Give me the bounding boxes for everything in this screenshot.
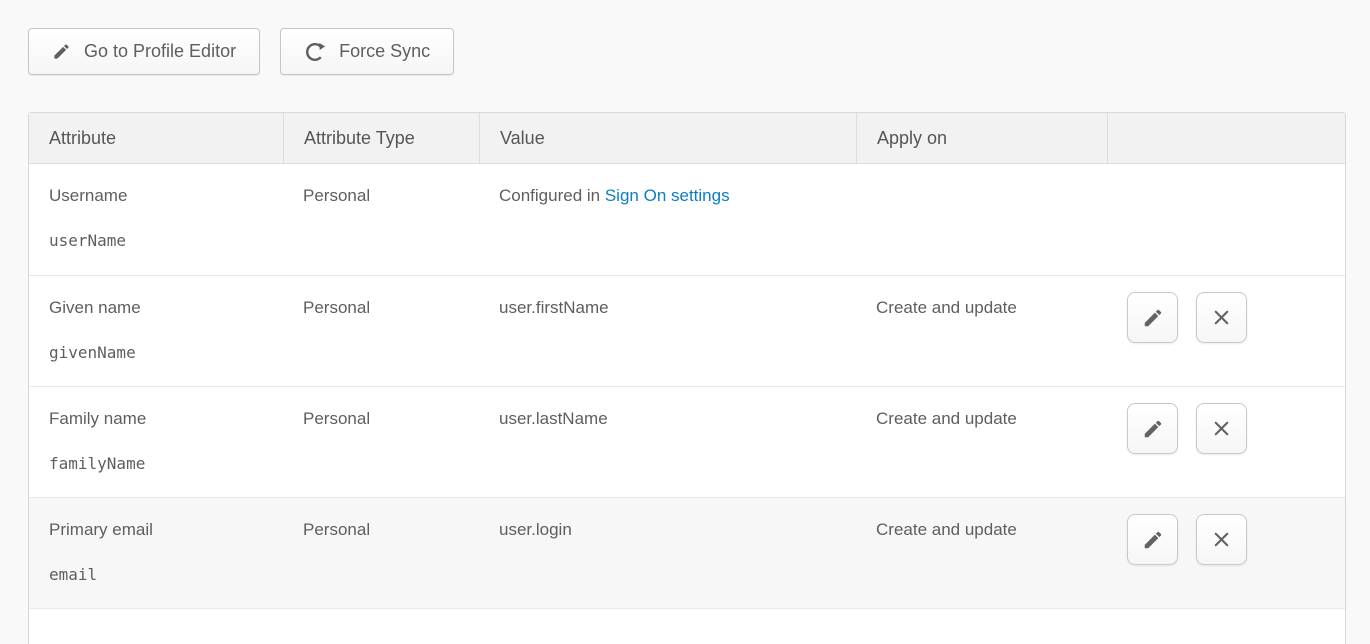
attribute-type-cell: Personal bbox=[283, 164, 479, 275]
attribute-label: Username bbox=[49, 186, 263, 206]
close-icon bbox=[1210, 528, 1233, 551]
value-cell: user.login bbox=[479, 498, 856, 608]
toolbar: Go to Profile Editor Force Sync bbox=[28, 28, 454, 75]
attribute-cell: Username userName bbox=[29, 164, 283, 275]
apply-on-cell: Create and update bbox=[856, 387, 1107, 497]
value-cell: Configured in Sign On settings bbox=[479, 164, 856, 275]
attribute-label: Given name bbox=[49, 298, 263, 318]
force-sync-label: Force Sync bbox=[339, 41, 430, 62]
attribute-variable: userName bbox=[49, 231, 263, 251]
attribute-cell: Primary email email bbox=[29, 498, 283, 608]
edit-attribute-button[interactable] bbox=[1127, 514, 1178, 565]
refresh-icon bbox=[304, 41, 326, 63]
actions-cell bbox=[1107, 498, 1345, 608]
pencil-icon bbox=[1142, 418, 1164, 440]
apply-on-cell: Create and update bbox=[856, 498, 1107, 608]
table-row-partial bbox=[29, 608, 1345, 643]
pencil-icon bbox=[52, 42, 71, 61]
delete-attribute-button[interactable] bbox=[1196, 514, 1247, 565]
pencil-icon bbox=[1142, 529, 1164, 551]
attribute-cell: Given name givenName bbox=[29, 276, 283, 386]
table-row-family-name: Family name familyName Personal user.las… bbox=[29, 386, 1345, 497]
attribute-type-cell: Personal bbox=[283, 276, 479, 386]
table-row-username: Username userName Personal Configured in… bbox=[29, 164, 1345, 275]
column-header-actions bbox=[1107, 113, 1345, 163]
table-header-row: Attribute Attribute Type Value Apply on bbox=[29, 113, 1345, 164]
attribute-variable: familyName bbox=[49, 454, 263, 474]
attribute-mappings-table: Attribute Attribute Type Value Apply on … bbox=[28, 112, 1346, 644]
go-to-profile-editor-label: Go to Profile Editor bbox=[84, 41, 236, 62]
attribute-type-cell: Personal bbox=[283, 498, 479, 608]
column-header-attribute-type: Attribute Type bbox=[283, 113, 479, 163]
attribute-variable: email bbox=[49, 565, 263, 585]
column-header-attribute: Attribute bbox=[29, 113, 283, 163]
column-header-value: Value bbox=[479, 113, 856, 163]
actions-cell bbox=[1107, 387, 1345, 497]
edit-attribute-button[interactable] bbox=[1127, 292, 1178, 343]
value-cell: user.firstName bbox=[479, 276, 856, 386]
value-prefix-text: Configured in bbox=[499, 186, 605, 205]
delete-attribute-button[interactable] bbox=[1196, 403, 1247, 454]
attribute-label: Primary email bbox=[49, 520, 263, 540]
attribute-variable: givenName bbox=[49, 343, 263, 363]
edit-attribute-button[interactable] bbox=[1127, 403, 1178, 454]
pencil-icon bbox=[1142, 307, 1164, 329]
sign-on-settings-link[interactable]: Sign On settings bbox=[605, 186, 730, 205]
attribute-label: Family name bbox=[49, 409, 263, 429]
column-header-apply-on: Apply on bbox=[856, 113, 1107, 163]
attribute-type-cell: Personal bbox=[283, 387, 479, 497]
table-row-given-name: Given name givenName Personal user.first… bbox=[29, 275, 1345, 386]
force-sync-button[interactable]: Force Sync bbox=[280, 28, 454, 75]
close-icon bbox=[1210, 306, 1233, 329]
apply-on-cell: Create and update bbox=[856, 276, 1107, 386]
actions-cell bbox=[1107, 276, 1345, 386]
delete-attribute-button[interactable] bbox=[1196, 292, 1247, 343]
close-icon bbox=[1210, 417, 1233, 440]
actions-cell bbox=[1107, 164, 1345, 275]
attribute-cell: Family name familyName bbox=[29, 387, 283, 497]
value-cell: user.lastName bbox=[479, 387, 856, 497]
table-row-primary-email: Primary email email Personal user.login … bbox=[29, 497, 1345, 608]
go-to-profile-editor-button[interactable]: Go to Profile Editor bbox=[28, 28, 260, 75]
apply-on-cell bbox=[856, 164, 1107, 275]
